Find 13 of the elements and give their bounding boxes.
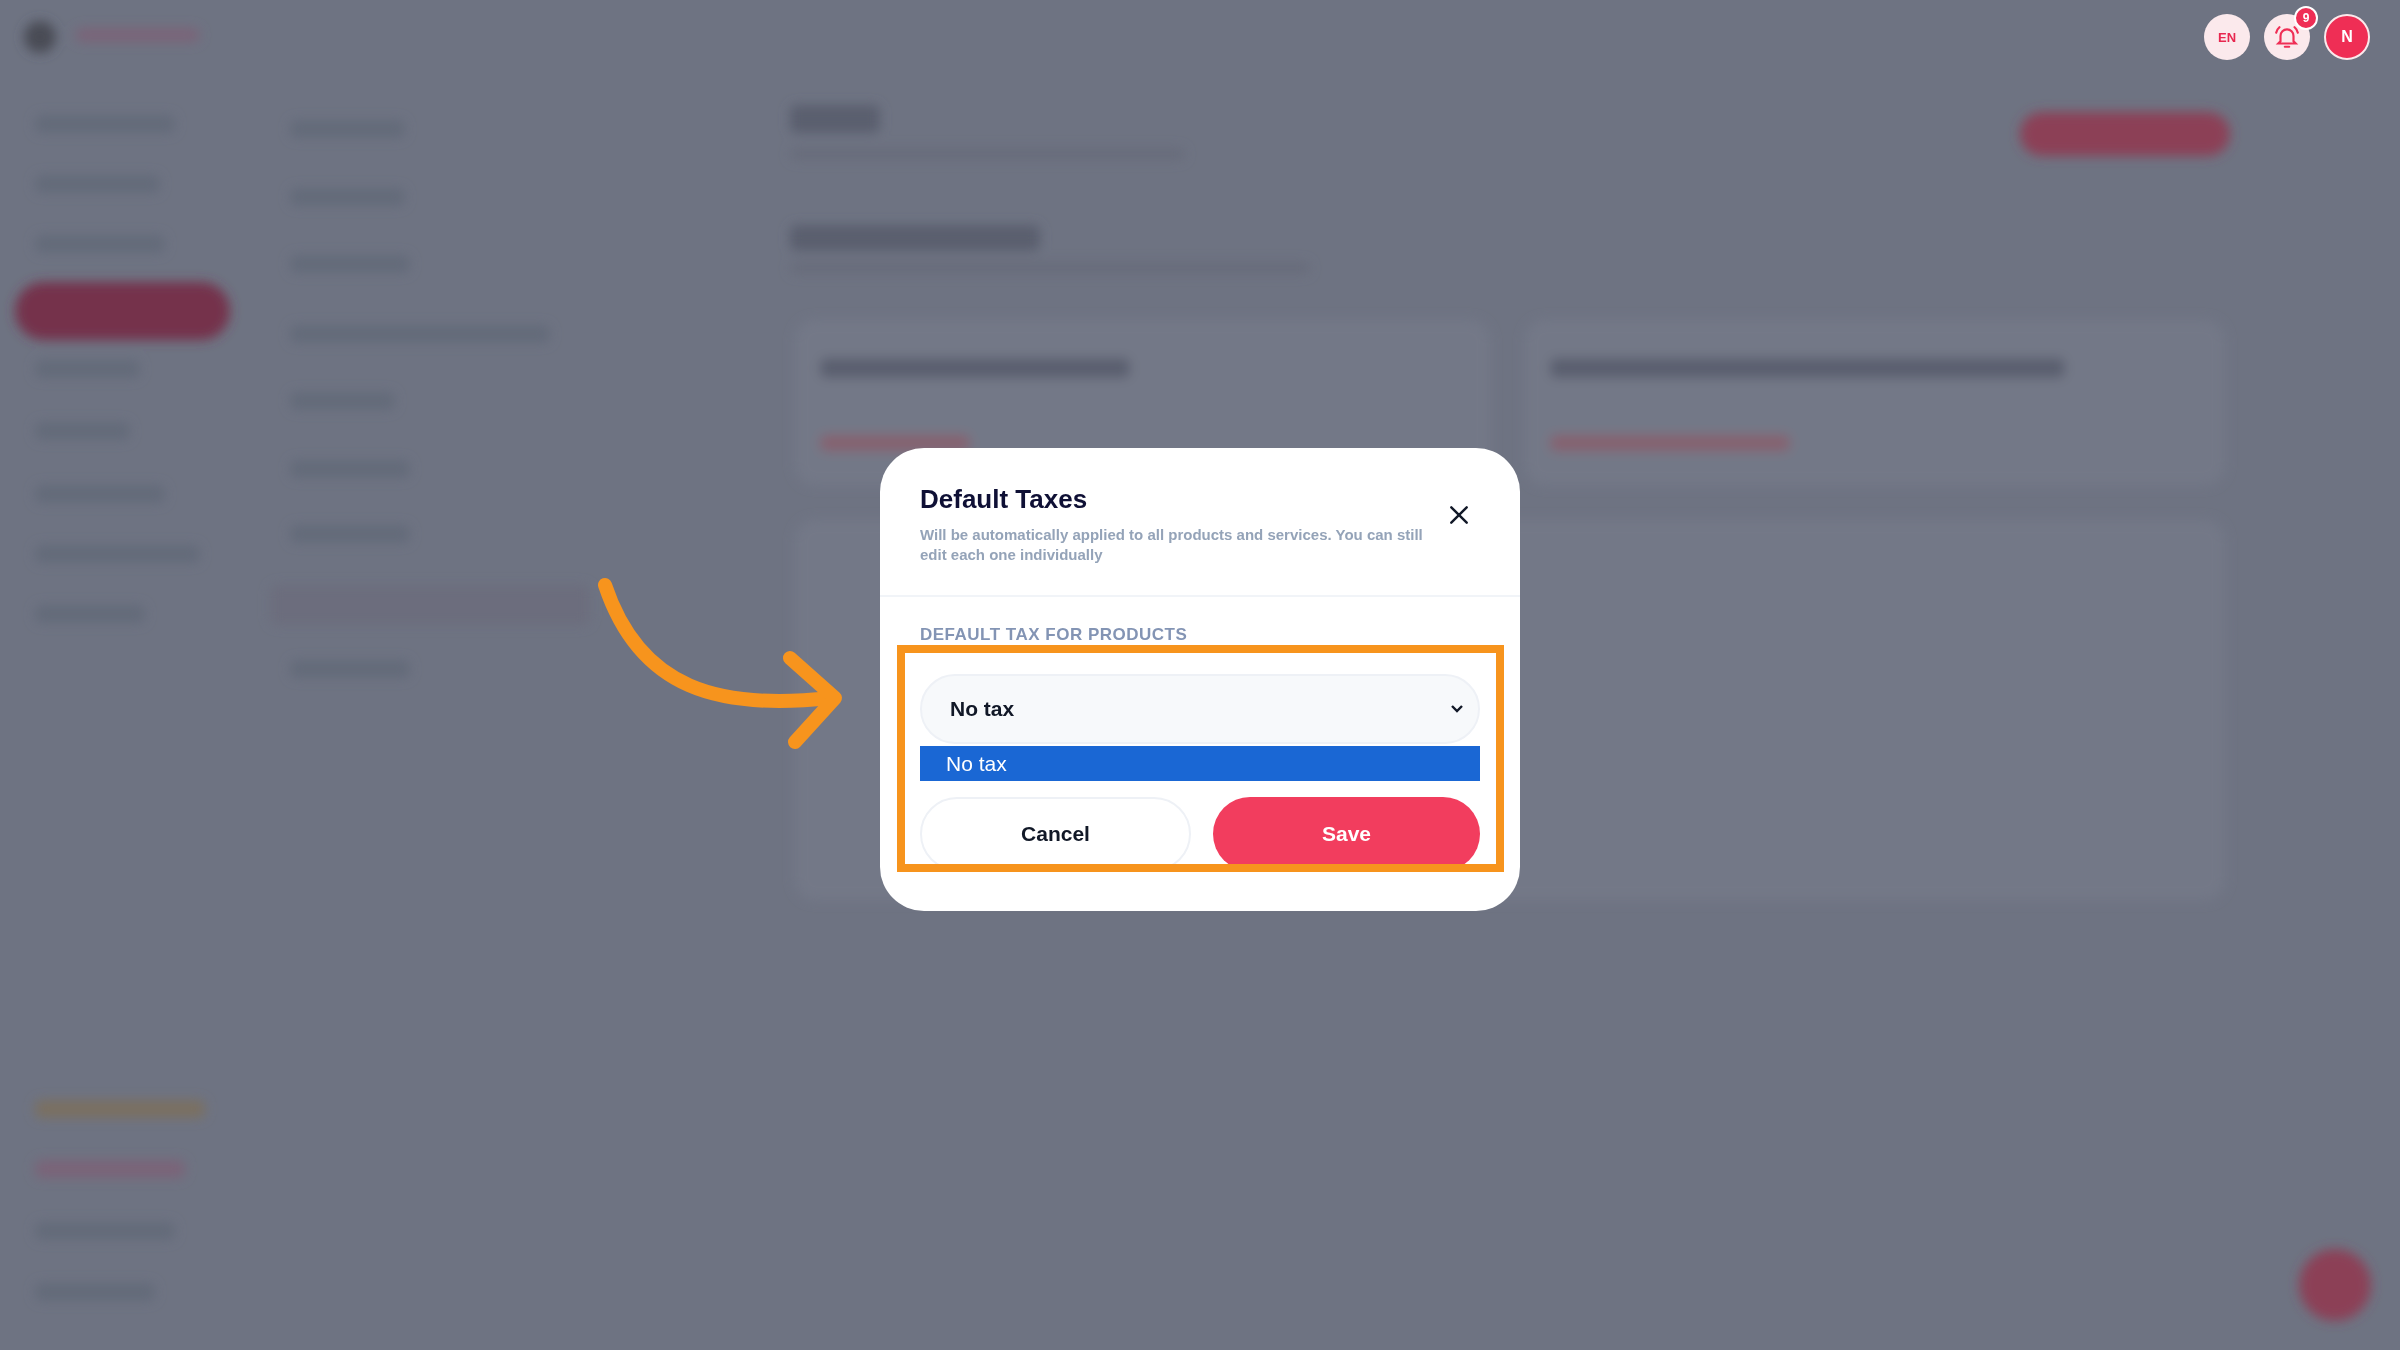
language-selector[interactable]: EN [2204, 14, 2250, 60]
dialog-title: Default Taxes [920, 484, 1089, 515]
dialog-subtitle: Will be automatically applied to all products and services. You can still edit each one individually [920, 525, 1424, 565]
user-avatar[interactable]: N [2324, 14, 2370, 60]
dropdown-option[interactable]: No tax [920, 746, 1480, 781]
tax-select[interactable]: No tax [920, 674, 1480, 744]
chevron-down-icon [1450, 704, 1464, 714]
bell-icon [2274, 24, 2300, 50]
close-icon[interactable] [1448, 504, 1470, 526]
field-label: DEFAULT TAX FOR PRODUCTS [920, 625, 1188, 645]
notification-badge: 9 [2294, 6, 2318, 30]
notification-button[interactable] [2264, 14, 2310, 60]
select-value: No tax [950, 697, 1015, 721]
